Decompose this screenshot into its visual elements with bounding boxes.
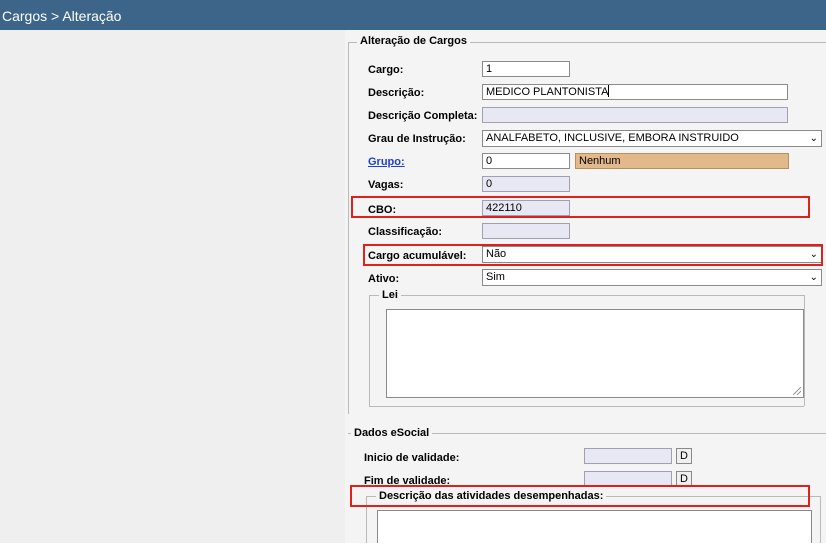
vagas-input[interactable]: 0 (482, 176, 570, 192)
left-blank-panel (0, 30, 345, 543)
ativo-select[interactable]: Sim ⌄ (482, 269, 822, 286)
highlight-atividades (350, 485, 810, 507)
ativo-value: Sim (486, 271, 505, 283)
lei-legend: Lei (379, 289, 401, 302)
atividades-fieldset-border-right (820, 496, 821, 543)
classificacao-input[interactable] (482, 223, 570, 239)
chevron-down-icon: ⌄ (809, 272, 818, 283)
descricao-completa-label: Descrição Completa: (368, 110, 478, 122)
grupo-name-display: Nenhum (575, 153, 789, 169)
text-cursor (608, 85, 610, 97)
inicio-validade-label: Inicio de validade: (364, 452, 460, 464)
resize-grip-icon[interactable] (793, 387, 801, 395)
vagas-label: Vagas: (368, 179, 404, 191)
grau-instrucao-value: ANALFABETO, INCLUSIVE, EMBORA INSTRUIDO (486, 132, 739, 144)
descricao-completa-input[interactable] (482, 107, 788, 123)
bottom-strip (0, 543, 826, 548)
form-panel: Alteração de Cargos Cargo: 1 Descrição: … (345, 30, 826, 548)
lei-textarea[interactable] (386, 309, 804, 398)
cargo-input[interactable]: 1 (482, 61, 570, 77)
grupo-input[interactable]: 0 (482, 153, 570, 169)
page-title: Cargos > Alteração (2, 8, 122, 24)
grau-instrucao-label: Grau de Instrução: (368, 133, 466, 145)
lei-fieldset-border-top (369, 295, 804, 296)
inicio-validade-date-button[interactable]: D (676, 448, 692, 464)
fieldset-legend-alteracao: Alteração de Cargos (357, 35, 470, 48)
chevron-down-icon: ⌄ (809, 133, 818, 144)
grupo-link[interactable]: Grupo: (368, 155, 405, 169)
lei-fieldset-border-left (369, 295, 370, 406)
fieldset-border-left (348, 42, 349, 414)
esocial-legend: Dados eSocial (351, 427, 433, 440)
descricao-label: Descrição: (368, 87, 425, 99)
highlight-cbo (351, 196, 810, 218)
descricao-input[interactable]: MEDICO PLANTONISTA (482, 84, 788, 100)
highlight-cargo-acumulavel (363, 244, 823, 266)
grau-instrucao-select[interactable]: ANALFABETO, INCLUSIVE, EMBORA INSTRUIDO … (482, 130, 822, 147)
lei-fieldset-border-bottom (369, 406, 804, 407)
descricao-value: MEDICO PLANTONISTA (486, 86, 609, 98)
lei-fieldset-border-right (804, 295, 805, 406)
ativo-label: Ativo: (368, 273, 400, 285)
inicio-validade-input[interactable] (584, 448, 672, 464)
cargo-label: Cargo: (368, 64, 404, 76)
page-title-bar: Cargos > Alteração (0, 0, 826, 30)
classificacao-label: Classificação: (368, 226, 442, 238)
